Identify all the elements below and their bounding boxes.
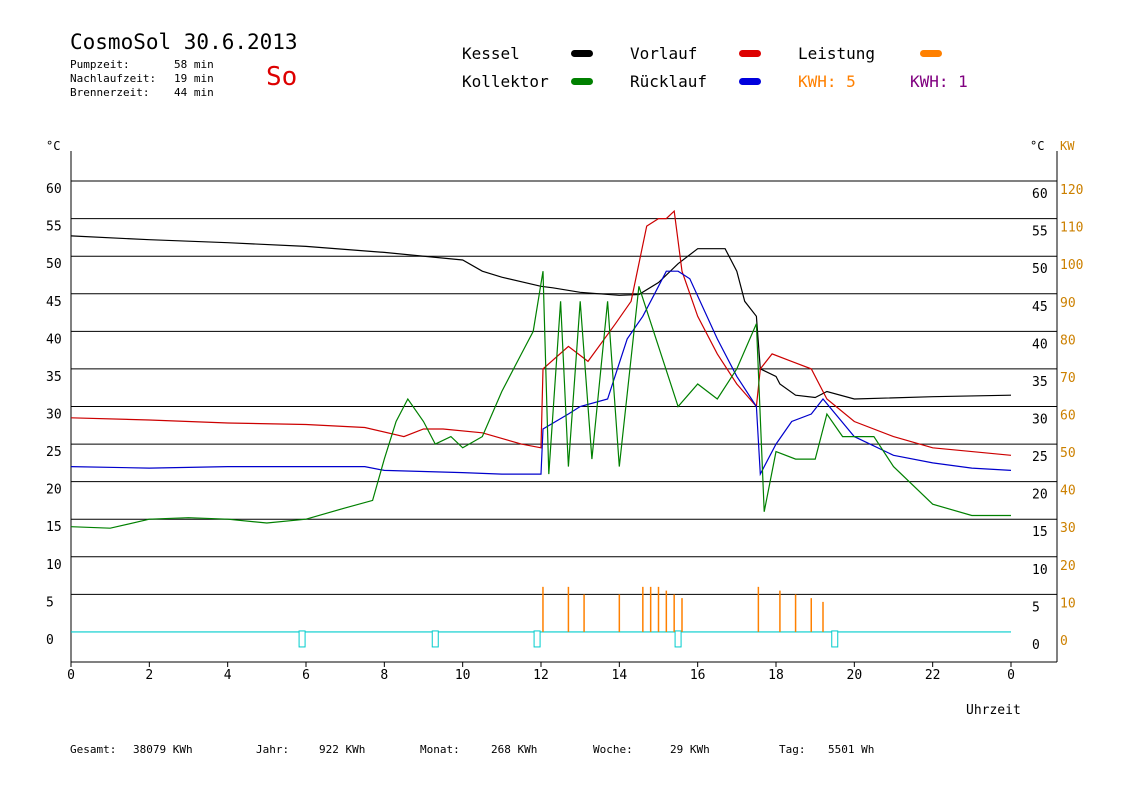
y-tick-label-left: 25 (46, 445, 62, 460)
y-tick-label-right: 5 (1032, 600, 1040, 615)
y-tick-label-right-kw: 100 (1060, 258, 1083, 273)
y-tick-label-right-kw: 0 (1060, 634, 1068, 649)
y-tick-label-right: 10 (1032, 563, 1048, 578)
x-axis-label: Uhrzeit (966, 703, 1021, 718)
footer-woche-label: Woche: (593, 743, 633, 756)
y-tick-label-left: 30 (46, 408, 62, 423)
y-tick-label-right-kw: 10 (1060, 596, 1076, 611)
x-tick-label: 10 (455, 668, 471, 683)
y-tick-label-right-kw: 90 (1060, 296, 1076, 311)
x-tick-label: 20 (847, 668, 863, 683)
footer-gesamt-value: 38079 KWh (133, 743, 193, 756)
y-tick-label-right: 50 (1032, 262, 1048, 277)
y-tick-label-right: 40 (1032, 337, 1048, 352)
y-axis-label-right-kw: KW (1060, 139, 1075, 153)
x-tick-label: 2 (145, 668, 153, 683)
y-tick-label-right-kw: 30 (1060, 521, 1076, 536)
y-tick-label-right: 60 (1032, 187, 1048, 202)
y-axis-label-left: °C (46, 139, 60, 153)
x-tick-label: 8 (380, 668, 388, 683)
y-tick-label-left: 45 (46, 295, 62, 310)
y-tick-label-left: 50 (46, 257, 62, 272)
y-tick-label-right: 15 (1032, 525, 1048, 540)
series-line-kessel (70, 235, 1012, 400)
y-tick-label-right: 25 (1032, 450, 1048, 465)
x-tick-label: 6 (302, 668, 310, 683)
pump-marker (674, 630, 682, 648)
y-tick-label-left: 0 (46, 633, 54, 648)
footer-jahr-label: Jahr: (256, 743, 290, 756)
y-tick-label-left: 35 (46, 370, 62, 385)
footer-gesamt-label: Gesamt: (70, 743, 117, 756)
pump-marker (431, 630, 439, 648)
footer-tag-label: Tag: (779, 743, 806, 756)
y-tick-label-left: 20 (46, 483, 62, 498)
y-axis-label-right: °C (1030, 139, 1044, 153)
x-tick-label: 0 (1007, 668, 1015, 683)
y-tick-label-right-kw: 60 (1060, 409, 1076, 424)
y-tick-label-right-kw: 120 (1060, 183, 1083, 198)
footer-woche-value: 29 KWh (670, 743, 710, 756)
y-tick-label-right: 55 (1032, 225, 1048, 240)
footer-monat-value: 268 KWh (491, 743, 538, 756)
y-tick-label-right: 30 (1032, 413, 1048, 428)
y-tick-label-right: 20 (1032, 488, 1048, 503)
series-line-kollektor (70, 271, 1011, 529)
y-tick-label-left: 60 (46, 182, 62, 197)
y-tick-label-right-kw: 80 (1060, 333, 1076, 348)
x-tick-label: 4 (224, 668, 232, 683)
y-tick-label-right: 35 (1032, 375, 1048, 390)
y-tick-label-right: 0 (1032, 638, 1040, 653)
x-tick-label: 16 (690, 668, 706, 683)
pump-marker (298, 630, 306, 648)
pump-marker (831, 630, 839, 648)
y-tick-label-right: 45 (1032, 300, 1048, 315)
x-tick-label: 14 (612, 668, 628, 683)
y-tick-label-right-kw: 40 (1060, 484, 1076, 499)
series-line-vorlauf (70, 209, 1012, 456)
pump-marker (533, 630, 541, 648)
x-tick-label: 12 (533, 668, 549, 683)
footer-jahr-value: 922 KWh (319, 743, 366, 756)
y-tick-label-left: 40 (46, 332, 62, 347)
y-tick-label-right-kw: 70 (1060, 371, 1076, 386)
chart-svg: °C °C KW Uhrzeit 0 0 05 5 1010 10 2015 15 3020 20… (46, 139, 1083, 718)
footer-tag-value: 5501 Wh (828, 743, 875, 756)
y-tick-label-left: 5 (46, 595, 54, 610)
y-tick-label-right-kw: 50 (1060, 446, 1076, 461)
y-tick-label-left: 10 (46, 558, 62, 573)
y-tick-label-right-kw: 110 (1060, 221, 1083, 236)
y-tick-label-right-kw: 20 (1060, 559, 1076, 574)
x-tick-label: 0 (67, 668, 75, 683)
x-tick-label: 22 (925, 668, 941, 683)
y-tick-label-left: 55 (46, 220, 62, 235)
footer-monat-label: Monat: (420, 743, 460, 756)
y-tick-label-left: 15 (46, 520, 62, 535)
x-tick-label: 18 (768, 668, 784, 683)
